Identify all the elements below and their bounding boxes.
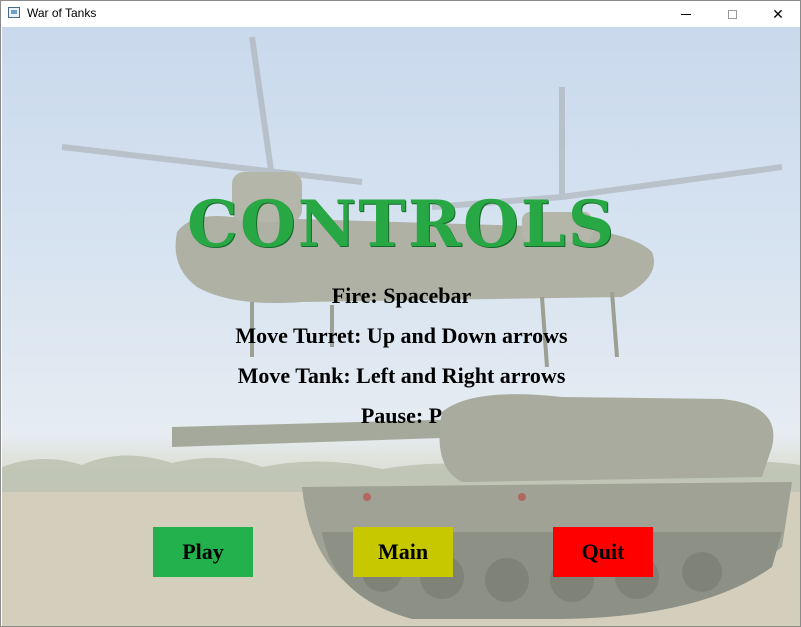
app-icon — [8, 7, 20, 18]
minimize-icon — [681, 13, 691, 15]
app-window: War of Tanks ✕ CONTROLS Fire: Spacebar M… — [0, 0, 801, 627]
control-move-tank: Move Tank: Left and Right arrows — [237, 363, 566, 388]
control-move-turret: Move Turret: Up and Down arrows — [235, 323, 568, 348]
close-icon: ✕ — [772, 5, 784, 22]
close-button[interactable]: ✕ — [755, 1, 800, 27]
control-fire: Fire: Spacebar — [331, 283, 472, 308]
minimize-button[interactable] — [663, 1, 709, 27]
window-title: War of Tanks — [27, 6, 97, 20]
control-pause: Pause: P — [360, 403, 443, 428]
maximize-button[interactable] — [709, 1, 755, 27]
maximize-icon — [727, 9, 737, 19]
main-button[interactable]: Main — [353, 527, 453, 577]
quit-button[interactable]: Quit — [553, 527, 653, 577]
controls-heading: CONTROLS — [187, 187, 616, 262]
play-button[interactable]: Play — [153, 527, 253, 577]
title-bar[interactable]: War of Tanks ✕ — [1, 1, 800, 27]
game-canvas[interactable]: CONTROLS Fire: Spacebar Move Turret: Up … — [2, 27, 800, 626]
